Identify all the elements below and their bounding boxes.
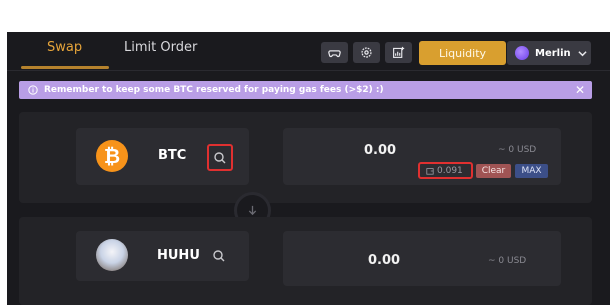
tab-swap[interactable]: Swap	[47, 40, 82, 55]
gamepad-icon	[328, 50, 341, 58]
to-token-selector[interactable]: HUHU	[76, 231, 249, 281]
from-token-selector[interactable]: ₿ BTC	[76, 128, 249, 185]
search-icon	[214, 152, 226, 164]
gear-icon	[361, 47, 372, 58]
balance-value: 0.091	[437, 165, 463, 176]
to-usd-value: ~ 0 USD	[488, 256, 527, 266]
search-icon[interactable]	[212, 249, 226, 263]
huhu-coin-icon	[96, 239, 128, 271]
to-amount-card: 0.00 ~ 0 USD	[283, 231, 561, 286]
swap-app: Swap Limit Order Liquidity Merlin Rememb…	[7, 32, 610, 305]
btc-coin-icon: ₿	[96, 140, 128, 172]
network-label: Merlin	[535, 47, 571, 59]
from-amount-card: 0.00 ~ 0 USD 0.091 Clear MAX	[283, 128, 561, 185]
to-amount-value: 0.00	[368, 253, 401, 268]
info-icon	[28, 85, 38, 95]
gas-reminder-banner: Remember to keep some BTC reserved for p…	[19, 81, 592, 99]
liquidity-button[interactable]: Liquidity	[419, 41, 506, 65]
clear-button[interactable]: Clear	[476, 164, 511, 178]
to-panel: HUHU 0.00 ~ 0 USD	[19, 217, 592, 305]
arrow-down-icon	[248, 205, 257, 216]
from-token-symbol: BTC	[158, 148, 187, 163]
chevron-down-icon[interactable]	[574, 41, 591, 65]
balance-display[interactable]: 0.091	[418, 162, 473, 179]
close-icon[interactable]: ✕	[575, 83, 585, 97]
chart-add-icon	[393, 46, 405, 58]
merlin-logo-icon	[515, 46, 529, 60]
settings-button[interactable]	[353, 42, 380, 63]
from-usd-value: ~ 0 USD	[498, 145, 537, 155]
chart-add-button[interactable]	[385, 42, 412, 63]
from-token-search-button[interactable]	[207, 144, 233, 171]
tab-limit-order[interactable]: Limit Order	[124, 40, 197, 55]
from-amount-input[interactable]: 0.00	[364, 143, 396, 158]
active-tab-indicator	[21, 66, 109, 69]
banner-text: Remember to keep some BTC reserved for p…	[44, 85, 384, 95]
game-button[interactable]	[321, 42, 348, 63]
wallet-icon	[426, 167, 434, 175]
from-panel: ₿ BTC 0.00 ~ 0 USD 0.091 Clear MAX	[19, 112, 592, 203]
tab-divider	[7, 70, 610, 71]
max-button[interactable]: MAX	[515, 164, 548, 178]
to-token-symbol: HUHU	[157, 248, 200, 263]
